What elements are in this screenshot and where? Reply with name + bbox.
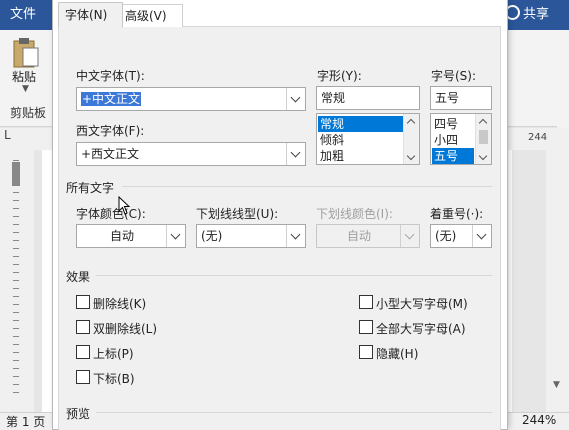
file-tab[interactable]: 文件 <box>0 0 46 30</box>
tab-font[interactable]: 字体(N) <box>58 2 123 28</box>
subscript-checkbox[interactable] <box>76 370 90 384</box>
vertical-ruler[interactable] <box>0 150 34 412</box>
underline-type-value: (无) <box>201 229 223 243</box>
clipboard-icon[interactable] <box>12 36 40 68</box>
underline-color-combo: 自动 <box>316 224 420 248</box>
chinese-font-label: 中文字体(T): <box>76 69 145 83</box>
chevron-up-icon[interactable] <box>479 117 487 125</box>
chevron-down-icon[interactable] <box>286 143 305 165</box>
chevron-down-icon[interactable] <box>472 225 491 247</box>
section-divider <box>96 275 492 276</box>
ribbon-edge <box>557 30 569 130</box>
person-icon <box>505 5 520 20</box>
size-list-scrollbar[interactable] <box>475 114 491 164</box>
underline-type-label: 下划线线型(U): <box>196 207 279 221</box>
chinese-font-value[interactable]: +中文正文 <box>81 92 142 106</box>
all-caps-checkbox[interactable] <box>359 320 373 334</box>
size-list[interactable]: 四号 小四 五号 <box>430 113 492 165</box>
small-caps-checkbox[interactable] <box>359 295 373 309</box>
emphasis-label: 着重号(·): <box>430 207 484 221</box>
hidden-checkbox[interactable] <box>359 345 373 359</box>
chevron-down-icon[interactable] <box>166 225 185 247</box>
list-item[interactable]: 五号 <box>432 148 474 164</box>
tab-advanced[interactable]: 高级(V) <box>118 4 183 27</box>
tab-stop-selector[interactable]: L <box>4 128 11 142</box>
style-label: 字形(Y): <box>317 69 362 83</box>
chevron-down-icon[interactable] <box>286 88 305 110</box>
strikethrough-checkbox[interactable] <box>76 295 90 309</box>
paste-button[interactable]: 粘贴 <box>12 68 36 85</box>
preview-section-title: 预览 <box>66 407 91 421</box>
western-font-value[interactable]: +西文正文 <box>81 143 139 165</box>
chevron-down-icon <box>400 225 419 247</box>
subscript-label[interactable]: 下标(B) <box>93 370 135 387</box>
superscript-label[interactable]: 上标(P) <box>93 345 134 362</box>
emphasis-value: (无) <box>435 229 457 243</box>
chevron-down-icon[interactable] <box>286 225 305 247</box>
page-number-status[interactable]: 第 1 页 <box>6 413 45 430</box>
chevron-down-icon[interactable] <box>479 153 487 161</box>
size-input-value: 五号 <box>435 91 460 105</box>
underline-color-label: 下划线颜色(I): <box>316 207 393 221</box>
double-strikethrough-label[interactable]: 双删除线(L) <box>93 320 157 337</box>
scroll-down-icon[interactable]: ▼ <box>553 380 560 390</box>
strikethrough-label[interactable]: 删除线(K) <box>93 295 146 312</box>
chevron-down-icon[interactable]: ▼ <box>22 84 29 94</box>
chevron-up-icon[interactable] <box>407 117 415 125</box>
list-item[interactable]: 小四 <box>432 132 458 148</box>
style-input[interactable]: 常规 <box>316 86 420 110</box>
small-caps-label[interactable]: 小型大写字母(M) <box>376 295 468 312</box>
clipboard-group-label: 剪贴板 <box>10 106 47 120</box>
zoom-level[interactable]: 244% <box>522 413 556 427</box>
western-font-label: 西文字体(F): <box>76 124 145 138</box>
scrollbar-thumb[interactable] <box>479 130 488 144</box>
mouse-cursor-icon <box>118 196 130 215</box>
style-list[interactable]: 常规 倾斜 加粗 <box>316 113 420 165</box>
superscript-checkbox[interactable] <box>76 345 90 359</box>
list-item[interactable]: 四号 <box>432 116 458 132</box>
style-input-value: 常规 <box>321 91 346 105</box>
vertical-scrollbar[interactable]: ▼ <box>546 150 569 412</box>
style-list-scrollbar[interactable] <box>403 114 419 164</box>
underline-type-combo[interactable]: (无) <box>196 224 306 248</box>
ruler-number: 244 <box>528 132 548 143</box>
list-item[interactable]: 倾斜 <box>318 132 344 148</box>
font-color-label: 字体颜色(C): <box>76 207 146 221</box>
list-item[interactable]: 加粗 <box>318 148 344 164</box>
all-caps-label[interactable]: 全部大写字母(A) <box>376 320 466 337</box>
list-item[interactable]: 常规 <box>318 116 404 132</box>
font-color-value: 自动 <box>109 229 134 243</box>
section-divider <box>122 186 492 187</box>
effects-section-title: 效果 <box>66 270 91 284</box>
section-divider <box>96 412 492 413</box>
western-font-combo[interactable]: +西文正文 <box>76 142 306 166</box>
underline-color-value: 自动 <box>346 229 371 243</box>
emphasis-combo[interactable]: (无) <box>430 224 492 248</box>
share-button[interactable]: 共享 <box>505 0 569 30</box>
chevron-down-icon[interactable] <box>407 153 415 161</box>
share-label: 共享 <box>523 7 550 22</box>
double-strikethrough-checkbox[interactable] <box>76 320 90 334</box>
all-text-section-title: 所有文字 <box>66 181 115 195</box>
size-label: 字号(S): <box>431 69 477 83</box>
chinese-font-combo[interactable]: +中文正文 <box>76 87 306 111</box>
hidden-label[interactable]: 隐藏(H) <box>376 345 418 362</box>
font-color-combo[interactable]: 自动 <box>76 224 186 248</box>
size-input[interactable]: 五号 <box>430 86 492 110</box>
